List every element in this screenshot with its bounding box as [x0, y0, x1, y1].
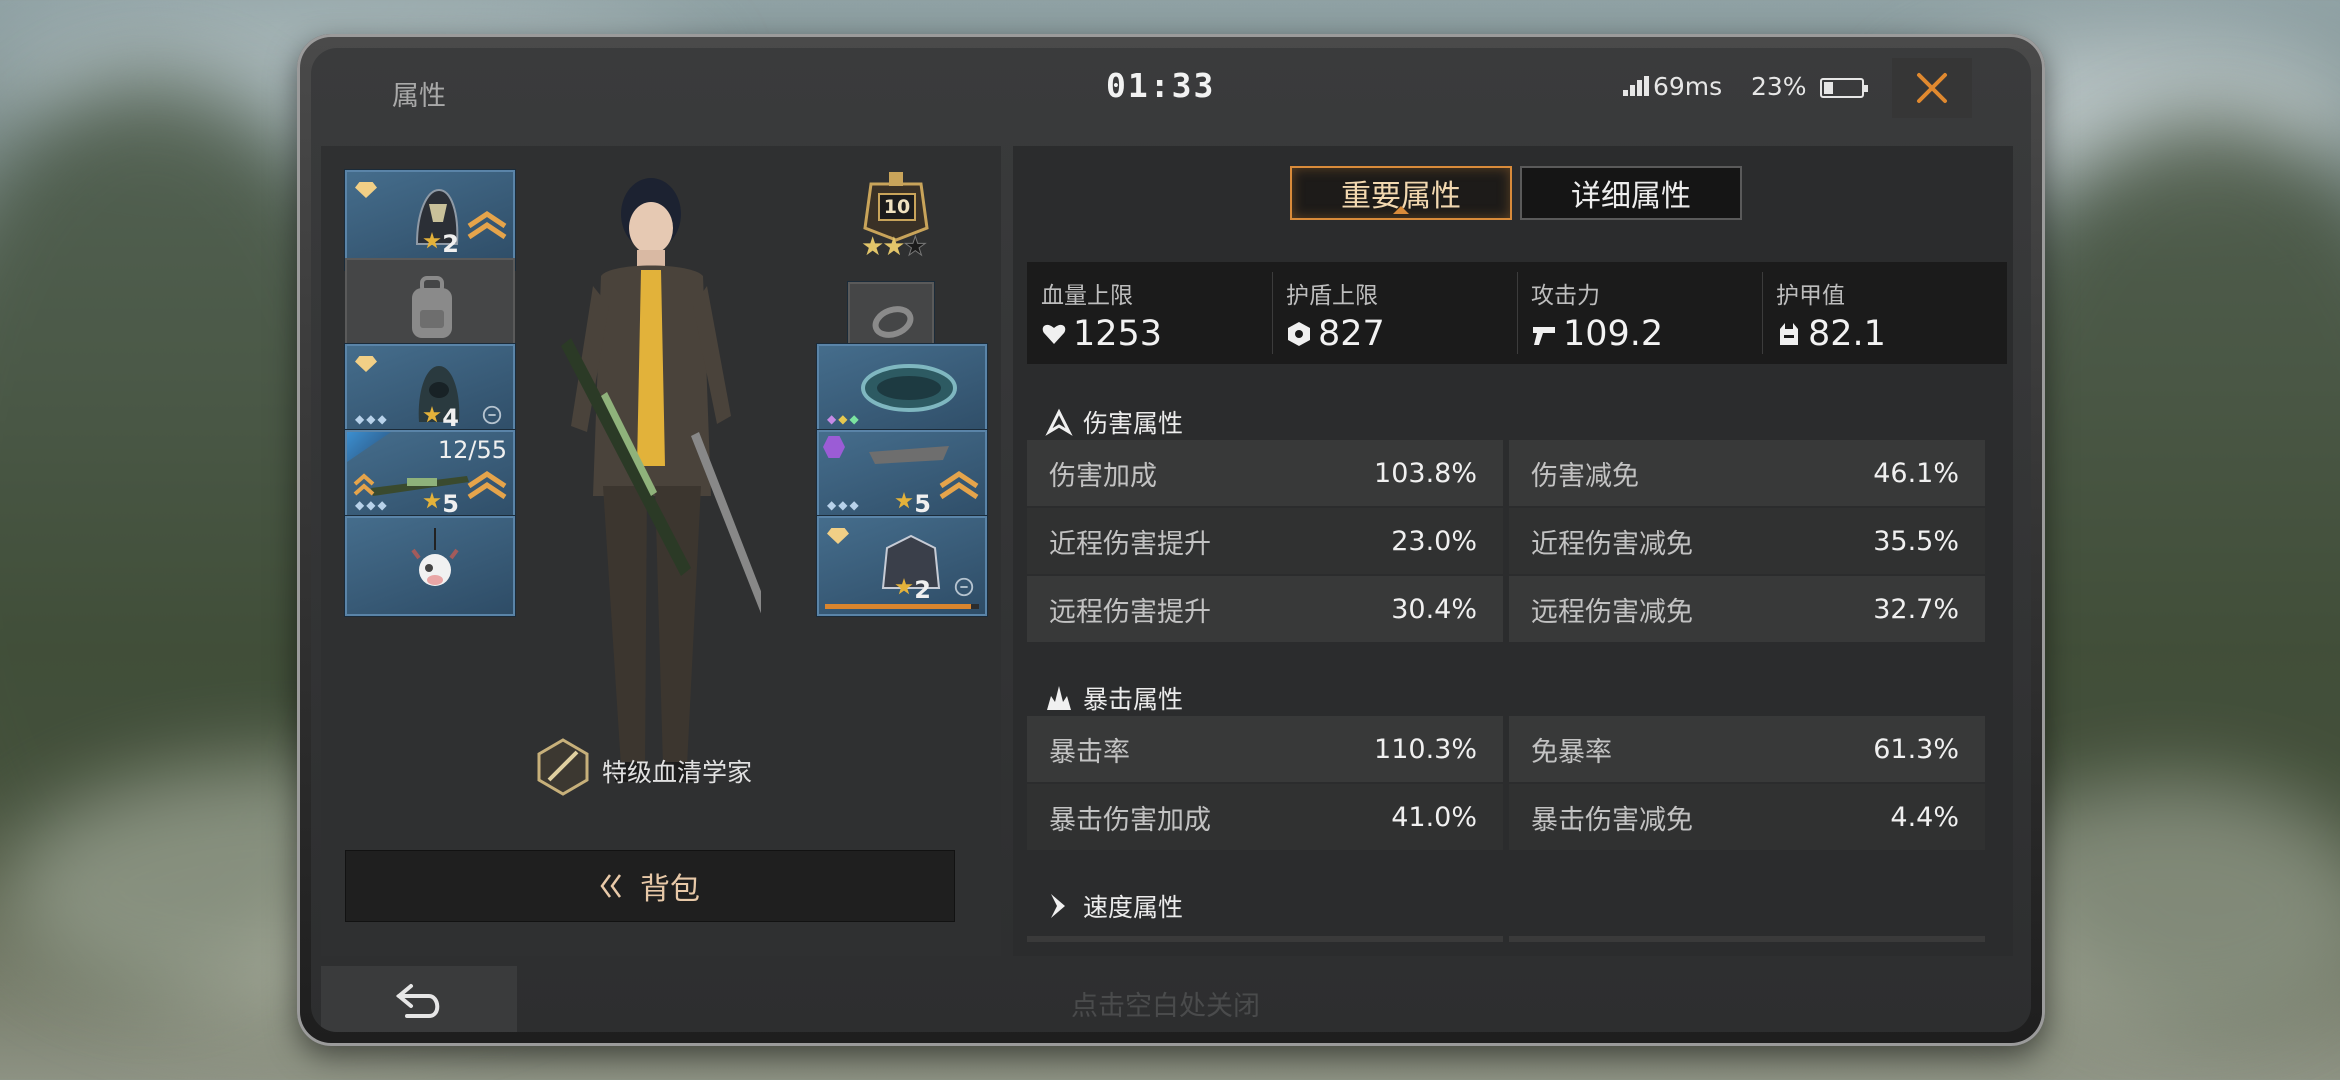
ring-icon [872, 306, 914, 338]
tab-detailed[interactable]: 详细属性 [1520, 166, 1742, 220]
back-button[interactable] [321, 966, 517, 1032]
double-chevron-left-icon [600, 874, 622, 898]
player-title: 特级血清学家 [602, 758, 753, 787]
ping-text: 69ms [1653, 72, 1723, 101]
lock-badge-icon [954, 577, 974, 597]
backpack-icon [412, 276, 452, 338]
slot-level: 5 [914, 490, 931, 518]
page-title: 属性 [392, 81, 446, 112]
attribute-tabs: 重要属性 详细属性 [1290, 166, 1742, 220]
stat-row [1509, 936, 1985, 942]
upgrade-chevron-icon [467, 210, 507, 240]
stat-row: 近程伤害提升 23.0% [1027, 508, 1503, 574]
stat-row: 暴击伤害加成 41.0% [1027, 784, 1503, 850]
back-arrow-icon [395, 984, 440, 1018]
rank-stars: ★★★ [861, 232, 927, 263]
close-button[interactable] [1892, 58, 1972, 118]
stat-row: 远程伤害提升 30.4% [1027, 576, 1503, 642]
battery-icon [1820, 78, 1868, 98]
title-emblem-icon [537, 738, 589, 796]
equip-slot-gauntlet[interactable]: 2 [817, 516, 987, 616]
section-damage: 伤害属性 [1045, 404, 1183, 440]
close-hint[interactable]: 点击空白处关闭 [1071, 984, 1260, 1023]
upgrade-chevron-icon [467, 470, 507, 500]
lock-badge-icon [482, 405, 502, 425]
rank-badge: 10 ★★★ [851, 168, 941, 268]
stat-max-shield: 护盾上限 827 [1272, 262, 1517, 364]
shield-hex-icon [1288, 322, 1310, 346]
slot-level: 4 [442, 404, 459, 432]
stat-row: 暴击伤害减免 4.4% [1509, 784, 1985, 850]
stat-row: 远程伤害减免 32.7% [1509, 576, 1985, 642]
loadout-panel: 2 ◆◆◆ 4 12/55 ◆◆◆ 5 10 ★★★ ◆◆◆ ◆◆◆ 5 2 特… [321, 146, 1001, 956]
section-crit: 暴击属性 [1045, 680, 1183, 716]
rank-level: 10 [878, 193, 916, 221]
equip-slot-backpack[interactable] [345, 258, 515, 358]
damage-icon [1045, 408, 1073, 436]
gem-icon [827, 528, 849, 544]
speed-chevron-icon [1051, 894, 1065, 918]
slot-level: 2 [914, 576, 931, 604]
equip-slot-armor[interactable]: ◆◆◆ 4 [345, 344, 515, 444]
rarity-dots: ◆◆◆ [355, 498, 389, 512]
backpack-label: 背包 [640, 872, 700, 907]
backpack-button[interactable]: 背包 [345, 850, 955, 922]
attribute-screen: 属性 01:33 69ms 23% 2 ◆◆◆ 4 12/55 ◆◆◆ 5 10… [311, 48, 2031, 1032]
stat-row: 暴击率 110.3% [1027, 716, 1503, 782]
stat-row: 伤害减免 46.1% [1509, 440, 1985, 506]
close-icon [1917, 73, 1947, 103]
equip-slot-bracer[interactable]: ◆◆◆ [817, 344, 987, 444]
gem-icon [355, 182, 377, 198]
tab-important[interactable]: 重要属性 [1290, 166, 1512, 220]
rarity-dots: ◆◆◆ [827, 412, 861, 426]
cow-pendant-icon [411, 528, 459, 586]
rarity-dots: ◆◆◆ [827, 498, 861, 512]
stat-armor: 护甲值 82.1 [1762, 262, 2007, 364]
crit-burst-icon [1047, 686, 1071, 710]
armor-vest-icon [1780, 323, 1798, 345]
pistol-icon [1533, 327, 1555, 345]
slot-level: 2 [442, 230, 459, 258]
stat-attack: 攻击力 109.2 [1517, 262, 1762, 364]
equip-slot-rifle[interactable]: 12/55 ◆◆◆ 5 [345, 430, 515, 530]
stat-row: 伤害加成 103.8% [1027, 440, 1503, 506]
battery-percent: 23% [1751, 72, 1807, 101]
summary-stats: 血量上限 1253 护盾上限 827 攻击力 109.2 护甲值 82.1 [1027, 262, 2007, 364]
upgrade-chevron-icon [353, 473, 375, 496]
stat-max-hp: 血量上限 1253 [1041, 283, 1163, 354]
signal-icon [1623, 76, 1649, 96]
hex-badge-icon [823, 436, 845, 458]
stat-row: 免暴率 61.3% [1509, 716, 1985, 782]
device-frame: 属性 01:33 69ms 23% 2 ◆◆◆ 4 12/55 ◆◆◆ 5 10… [297, 34, 2045, 1046]
rarity-dots: ◆◆◆ [355, 412, 389, 426]
equip-slot-blade[interactable]: ◆◆◆ 5 [817, 430, 987, 530]
stat-row [1027, 936, 1503, 942]
clock: 01:33 [1106, 66, 1216, 105]
slot-progress [825, 604, 979, 609]
stat-row: 近程伤害减免 35.5% [1509, 508, 1985, 574]
attributes-panel: 重要属性 详细属性 血量上限 1253 护盾上限 827 攻击力 109.2 护… [1013, 146, 2013, 956]
equip-slot-pendant[interactable] [345, 516, 515, 616]
section-speed: 速度属性 [1045, 888, 1183, 924]
gem-icon [355, 356, 377, 372]
equip-slot-helmet[interactable]: 2 [345, 170, 515, 270]
heart-icon [1042, 324, 1066, 344]
upgrade-chevron-icon [939, 470, 979, 500]
slot-level: 5 [442, 490, 459, 518]
